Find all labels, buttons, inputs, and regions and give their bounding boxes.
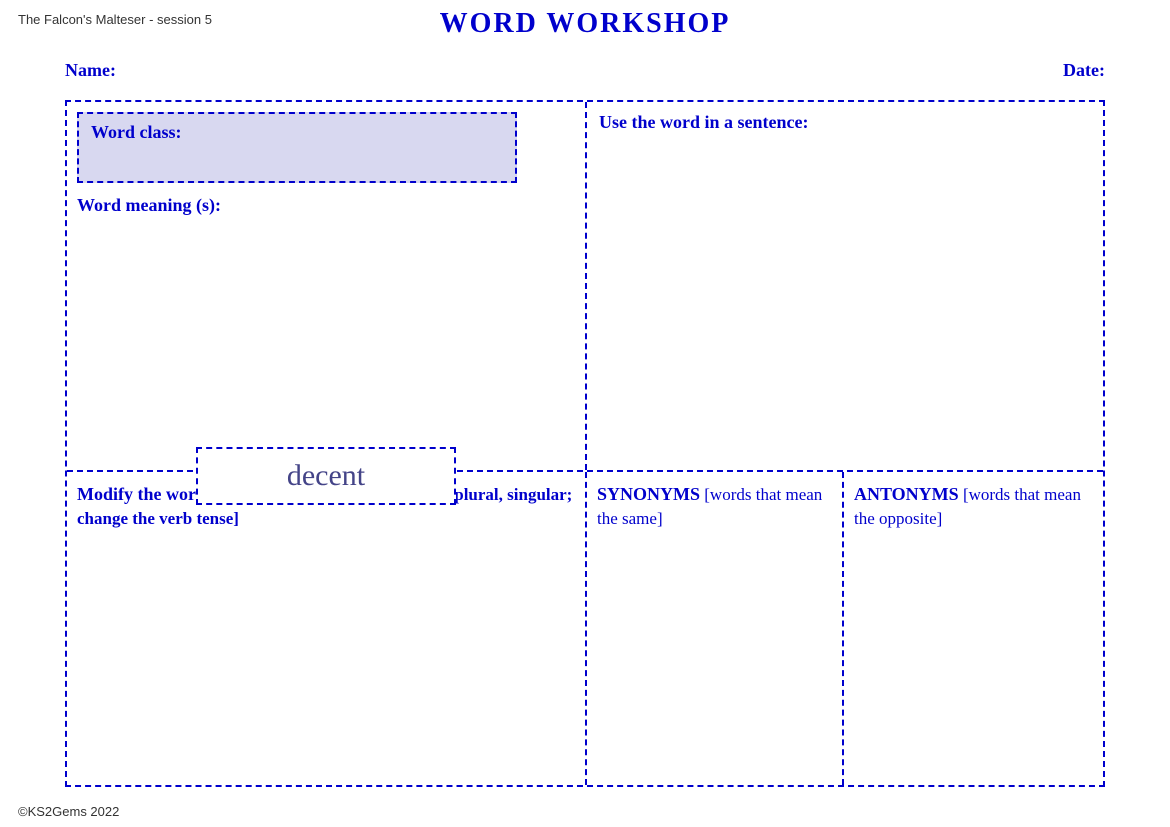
main-grid: Word class: Word meaning (s): decent Use…: [65, 100, 1105, 787]
top-right-panel: Use the word in a sentence:: [587, 102, 1103, 470]
use-sentence-content[interactable]: [599, 133, 1091, 413]
date-label: Date:: [1063, 60, 1105, 81]
page-title: WORD WORKSHOP: [0, 8, 1170, 40]
use-sentence-label: Use the word in a sentence:: [599, 112, 1091, 133]
name-date-row: Name: Date:: [65, 60, 1105, 81]
bottom-synonyms-panel: SYNONYMS [words that mean the same]: [587, 472, 844, 785]
modify-label-bold: Modify the word:: [77, 484, 212, 504]
name-label: Name:: [65, 60, 116, 81]
word-class-label: Word class:: [91, 122, 182, 142]
antonyms-content[interactable]: [854, 531, 1093, 781]
antonyms-label: ANTONYMS [words that mean the opposite]: [854, 482, 1093, 531]
synonyms-content[interactable]: [597, 531, 832, 781]
bottom-modify-panel: Modify the word: [add a prefix or a suff…: [67, 472, 587, 785]
modify-content[interactable]: [77, 531, 575, 781]
top-half: Word class: Word meaning (s): decent Use…: [67, 102, 1103, 472]
synonyms-label-bold: SYNONYMS: [597, 484, 700, 504]
top-left-panel: Word class: Word meaning (s): decent: [67, 102, 587, 470]
synonyms-label: SYNONYMS [words that mean the same]: [597, 482, 832, 531]
center-word-text: decent: [287, 459, 365, 492]
footer-copyright: ©KS2Gems 2022: [18, 804, 119, 819]
antonyms-label-bold: ANTONYMS: [854, 484, 959, 504]
word-meaning-label: Word meaning (s):: [77, 195, 575, 216]
bottom-antonyms-panel: ANTONYMS [words that mean the opposite]: [844, 472, 1103, 785]
bottom-half: Modify the word: [add a prefix or a suff…: [67, 472, 1103, 785]
word-class-box: Word class:: [77, 112, 517, 183]
word-class-content[interactable]: [91, 143, 503, 173]
center-word-box: decent: [196, 447, 456, 505]
word-meaning-content[interactable]: [77, 224, 575, 424]
